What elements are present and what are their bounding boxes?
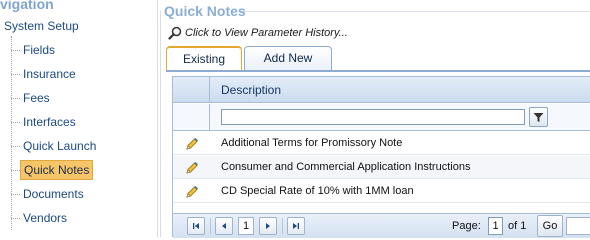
previous-page-button[interactable] [215,217,233,235]
nav-item-label[interactable]: Fields [23,43,55,57]
page-number-button[interactable]: 1 [238,217,254,235]
fieldset-border [160,11,161,237]
table-row[interactable]: Consumer and Commercial Application Inst… [173,156,590,179]
nav-item-vendors[interactable]: Vendors [0,207,150,231]
pencil-edit-icon [185,185,198,198]
row-description: Consumer and Commercial Application Inst… [221,161,471,173]
title-rule [242,11,590,12]
table-row[interactable]: CD Special Rate of 10% with 1MM loan [173,180,590,203]
nav-item-fields[interactable]: Fields [0,39,150,63]
pager-separator [210,218,211,234]
edit-button[interactable] [173,156,210,179]
first-page-button[interactable] [187,217,205,235]
next-page-button[interactable] [259,217,277,235]
nav-item-fees[interactable]: Fees [0,87,150,111]
page-input[interactable]: 1 [488,217,503,235]
pager-separator [282,218,283,234]
magnifier-icon [168,26,182,40]
navigation-panel: vigation System Setup Fields Insurance F… [0,0,158,237]
tree-branch [11,218,20,219]
nav-item-label[interactable]: Documents [23,187,84,201]
nav-item-label[interactable]: Fees [23,91,50,105]
nav-item-quick-notes[interactable]: Quick Notes [0,159,150,183]
tree-branch [11,98,20,99]
page-size-field[interactable] [566,217,590,235]
page-label: Page: [452,220,481,232]
tab-existing[interactable]: Existing [166,46,242,70]
parameter-history-label[interactable]: Click to View Parameter History... [185,27,348,39]
first-page-icon [193,223,199,229]
description-filter-input[interactable] [221,109,525,125]
filter-button[interactable] [529,107,548,127]
parameter-history-link[interactable]: Click to View Parameter History... [168,26,348,40]
tree-branch [11,74,20,75]
nav-root-system-setup[interactable]: System Setup [4,19,79,33]
row-description: Additional Terms for Promissory Note [221,137,403,149]
pencil-edit-icon [185,161,198,174]
tree-branch [11,194,20,195]
pencil-edit-icon [185,137,198,150]
table-row[interactable]: Additional Terms for Promissory Note [173,132,590,155]
main-panel: Quick Notes Click to View Parameter Hist… [160,0,590,238]
nav-item-interfaces[interactable]: Interfaces [0,111,150,135]
page-count-label: of 1 [508,220,527,232]
chevron-right-icon [266,223,270,229]
tab-strip: Existing Add New [166,46,334,70]
nav-item-label[interactable]: Insurance [23,67,76,81]
column-header-description[interactable]: Description [221,83,281,97]
tree-branch [11,122,20,123]
nav-item-insurance[interactable]: Insurance [0,63,150,87]
edit-button[interactable] [173,132,210,155]
chevron-left-icon [222,223,226,229]
tree-branch [11,146,20,147]
nav-item-label-selected[interactable]: Quick Notes [20,160,94,180]
tab-add-new[interactable]: Add New [244,46,332,70]
nav-item-list: Fields Insurance Fees Interfaces Quick L… [0,39,150,231]
edit-button[interactable] [173,180,210,203]
navigation-title: vigation [0,0,54,12]
edit-column-header [173,77,210,103]
tree-branch [11,170,20,171]
nav-item-label[interactable]: Interfaces [23,115,76,129]
funnel-icon [533,112,544,122]
grid-header-row: Description [173,77,590,103]
nav-item-label[interactable]: Vendors [23,211,67,225]
page-title: Quick Notes [164,3,246,19]
quick-notes-grid: Description Additional Terms for Promiss… [172,76,590,238]
filter-edit-column [173,104,210,131]
nav-item-quick-launch[interactable]: Quick Launch [0,135,150,159]
nav-item-label[interactable]: Quick Launch [23,139,96,153]
row-description: CD Special Rate of 10% with 1MM loan [221,185,414,197]
filter-row [173,104,590,131]
last-page-button[interactable] [287,217,305,235]
nav-item-documents[interactable]: Documents [0,183,150,207]
last-page-icon [293,223,299,229]
tab-underline [166,70,590,72]
pager-bar: 1 Page: 1 of 1 Go [173,213,590,238]
tree-branch [11,50,20,51]
go-button[interactable]: Go [537,215,563,237]
